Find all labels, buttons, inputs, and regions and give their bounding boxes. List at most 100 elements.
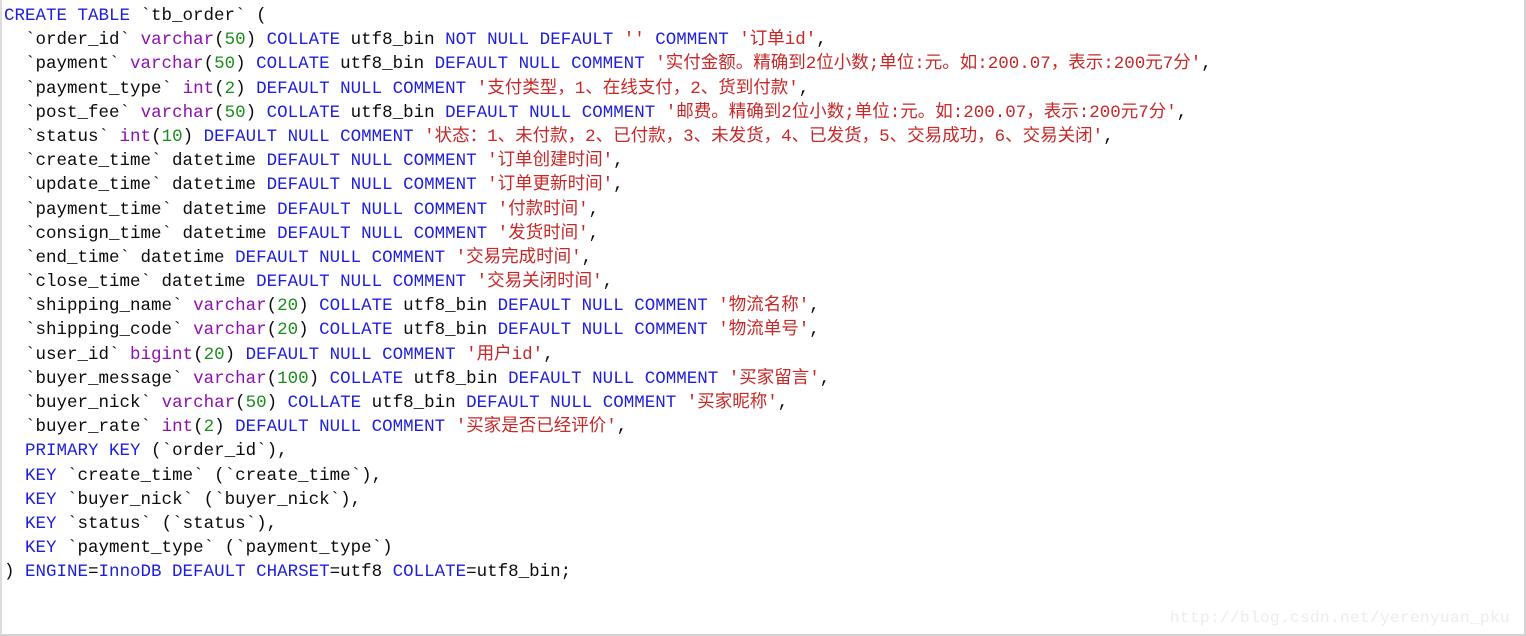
code-token-str: '买家留言': [728, 368, 820, 389]
code-token-type: varchar: [130, 54, 204, 75]
code-token-num: 100: [277, 368, 309, 389]
code-line: `close_time` datetime DEFAULT NULL COMME…: [2, 270, 1524, 294]
code-token-ident: `create_time`: [25, 151, 162, 172]
code-token-plain: ): [235, 54, 257, 75]
code-token-plain: datetime: [130, 247, 236, 268]
code-token-str: '发货时间': [497, 223, 589, 244]
sql-code-viewer[interactable]: CREATE TABLE `tb_order` ( `order_id` var…: [0, 0, 1526, 636]
code-line: `buyer_nick` varchar(50) COLLATE utf8_bi…: [2, 391, 1524, 415]
code-token-str: '订单id': [739, 30, 817, 51]
code-token-type: varchar: [161, 393, 236, 413]
code-token-plain: ,: [588, 199, 600, 220]
code-token-num: 50: [224, 102, 246, 123]
code-token-kw: COLLATE: [266, 102, 341, 123]
code-token-plain: ): [298, 320, 320, 341]
code-token-ident: `payment_type`: [25, 78, 173, 99]
code-line: `post_fee` varchar(50) COLLATE utf8_bin …: [2, 101, 1524, 125]
code-line: `create_time` datetime DEFAULT NULL COMM…: [2, 149, 1524, 173]
code-token-type: int: [119, 126, 152, 147]
code-token-ident: `end_time`: [25, 247, 131, 268]
code-token-num: 20: [203, 344, 225, 365]
code-token-kw: DEFAULT NULL COMMENT: [266, 151, 477, 172]
code-token-plain: ): [214, 417, 236, 438]
code-token-str: '买家是否已经评价': [455, 417, 617, 438]
code-token-plain: datetime: [172, 199, 278, 220]
code-token-plain: (: [193, 344, 204, 365]
code-line: KEY `buyer_nick` (`buyer_nick`),: [2, 488, 1524, 512]
code-token-str: '订单创建时间': [487, 151, 614, 172]
code-token-ident: `buyer_rate`: [25, 417, 152, 438]
code-line: `status` int(10) DEFAULT NULL COMMENT '状…: [2, 125, 1524, 149]
code-token-plain: ,: [543, 344, 554, 365]
code-token-ident: `status`: [25, 126, 110, 147]
code-token-plain: ,: [588, 223, 600, 244]
code-token-ident: `tb_order`: [140, 6, 246, 26]
code-token-plain: (: [151, 126, 162, 147]
code-token-plain: ): [382, 538, 393, 559]
code-token-ident: `buyer_nick`: [214, 489, 341, 510]
code-token-plain: utf8_bin: [329, 54, 435, 75]
code-token-str: '': [623, 30, 645, 51]
code-token-plain: ),: [266, 441, 288, 462]
code-token-plain: ): [4, 562, 26, 583]
code-line: `payment_time` datetime DEFAULT NULL COM…: [2, 198, 1524, 222]
code-token-type: varchar: [140, 30, 215, 51]
code-token-kw: DEFAULT NULL COMMENT: [508, 368, 719, 389]
code-token-ident: `post_fee`: [25, 102, 131, 123]
code-line: `payment` varchar(50) COLLATE utf8_bin D…: [2, 52, 1524, 76]
code-token-ident: `payment_type`: [67, 538, 215, 559]
code-line: `shipping_name` varchar(20) COLLATE utf8…: [2, 294, 1524, 318]
code-token-num: 2: [203, 417, 215, 438]
code-token-num: 50: [224, 30, 246, 51]
code-token-plain: ),: [256, 513, 278, 534]
code-token-num: 50: [214, 54, 236, 75]
code-token-plain: ): [245, 102, 267, 123]
code-token-kw: DEFAULT NULL COMMENT: [235, 417, 446, 438]
code-token-plain: (: [193, 489, 215, 510]
code-token-kw: DEFAULT NULL COMMENT: [256, 272, 467, 293]
code-token-plain: ,: [777, 393, 789, 413]
code-token-plain: (: [214, 30, 225, 51]
blog-watermark: http://blog.csdn.net/yerenyuan_pku: [1169, 609, 1510, 627]
code-token-plain: (: [235, 393, 246, 413]
code-token-kw: COLLATE: [287, 393, 362, 413]
code-token-kw: DEFAULT NULL COMMENT: [266, 175, 477, 196]
code-token-kw: DEFAULT NULL COMMENT: [497, 296, 708, 317]
code-token-ident: `update_time`: [25, 175, 162, 196]
code-token-str: '付款时间': [497, 199, 589, 220]
code-line: `shipping_code` varchar(20) COLLATE utf8…: [2, 318, 1524, 342]
code-token-kw: DEFAULT NULL COMMENT: [497, 320, 708, 341]
code-token-str: '物流名称': [718, 296, 810, 317]
sql-code-block[interactable]: CREATE TABLE `tb_order` ( `order_id` var…: [2, 4, 1524, 585]
code-token-type: varchar: [193, 320, 267, 341]
code-token-kw: COLLATE: [329, 368, 404, 389]
code-token-kw: COLLATE: [266, 30, 341, 51]
code-token-str: '状态：1、未付款，2、已付款，3、未发货，4、已发货，5、交易成功，6、交易关…: [424, 126, 1104, 147]
code-token-ident: `shipping_code`: [25, 320, 183, 341]
code-line: `consign_time` datetime DEFAULT NULL COM…: [2, 222, 1524, 246]
code-token-kw: KEY: [25, 465, 57, 486]
